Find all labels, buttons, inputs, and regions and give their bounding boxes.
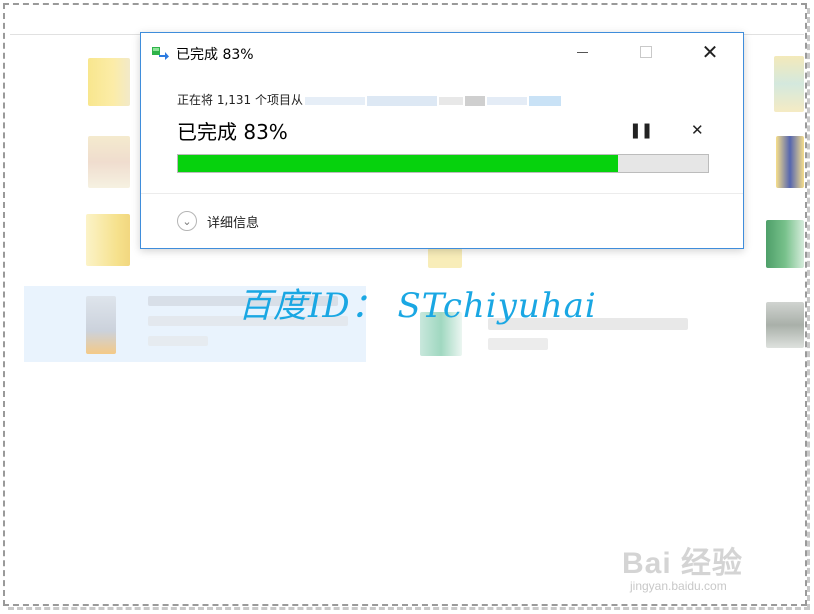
dialog-divider (141, 193, 743, 194)
baidu-jingyan-watermark: Bai 经验 jingyan.baidu.com (622, 538, 743, 593)
blurred-file-icon[interactable] (766, 302, 804, 348)
close-icon: ✕ (701, 40, 719, 64)
cancel-button[interactable]: ✕ (691, 121, 704, 139)
chevron-down-icon: ⌄ (177, 211, 197, 231)
blurred-path-text (304, 95, 561, 106)
minimize-icon (576, 51, 588, 53)
blurred-file-icon[interactable] (766, 220, 804, 268)
progress-percent-heading: 已完成 83% (177, 120, 288, 144)
baidu-logo-text: Bai 经验 (622, 547, 744, 580)
file-transfer-icon (152, 47, 169, 60)
progress-bar-fill (178, 155, 618, 172)
maximize-icon (640, 46, 652, 58)
copy-status-line: 正在将 1,131 个项目从 (177, 91, 567, 108)
blurred-file-icon[interactable] (86, 296, 116, 354)
blurred-folder-icon[interactable] (428, 248, 462, 268)
details-label: 详细信息 (207, 215, 260, 231)
blurred-folder-icon[interactable] (88, 58, 130, 106)
blurred-folder-icon[interactable] (86, 214, 130, 266)
pause-button[interactable]: ❚❚ (629, 121, 653, 139)
baidu-logo: Bai 经验 (622, 538, 743, 582)
minimize-button[interactable] (559, 33, 605, 71)
details-toggle[interactable]: ⌄ 详细信息 (177, 211, 259, 231)
dialog-title: 已完成 83% (176, 47, 254, 63)
blurred-file-icon[interactable] (774, 56, 804, 112)
blurred-file-name (488, 338, 548, 350)
copy-status-text: 正在将 1,131 个项目从 (177, 93, 303, 107)
blurred-file-name (148, 336, 208, 346)
author-watermark: 百度ID： STchiyuhai (238, 286, 597, 326)
progress-bar (177, 154, 709, 173)
baidu-url: jingyan.baidu.com (630, 579, 727, 593)
blurred-file-icon[interactable] (776, 136, 804, 188)
blurred-file-icon[interactable] (88, 136, 130, 188)
close-button[interactable]: ✕ (687, 33, 733, 71)
copy-progress-dialog: 已完成 83% ✕ 正在将 1,131 个项目从 已完成 83% ❚❚ ✕ ⌄ … (140, 32, 744, 249)
dialog-titlebar[interactable]: 已完成 83% ✕ (141, 33, 743, 71)
maximize-button[interactable] (623, 33, 669, 71)
